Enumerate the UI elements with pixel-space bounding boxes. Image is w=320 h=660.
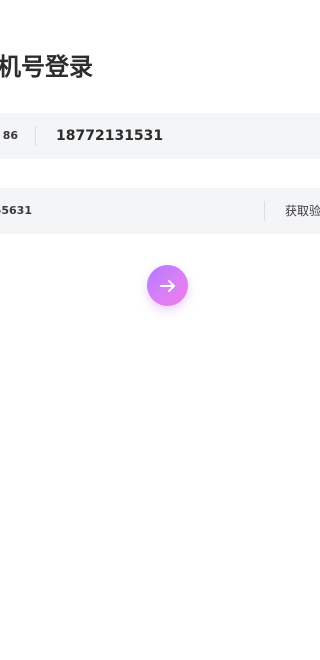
code-field: 55631 获取验 xyxy=(0,188,320,234)
get-code-button[interactable]: 获取验 xyxy=(285,188,320,234)
phone-input[interactable]: 18772131531 xyxy=(56,113,163,159)
submit-button[interactable] xyxy=(147,265,188,306)
verification-code-input[interactable]: 55631 xyxy=(0,188,32,234)
phone-divider xyxy=(35,126,36,146)
country-code-selector[interactable]: 86 xyxy=(0,113,18,159)
page-title: 机号登录 xyxy=(0,53,93,81)
login-page: 机号登录 86 18772131531 55631 获取验 xyxy=(0,0,320,660)
code-divider xyxy=(264,201,265,221)
phone-field: 86 18772131531 xyxy=(0,113,320,159)
arrow-right-icon xyxy=(159,277,177,295)
